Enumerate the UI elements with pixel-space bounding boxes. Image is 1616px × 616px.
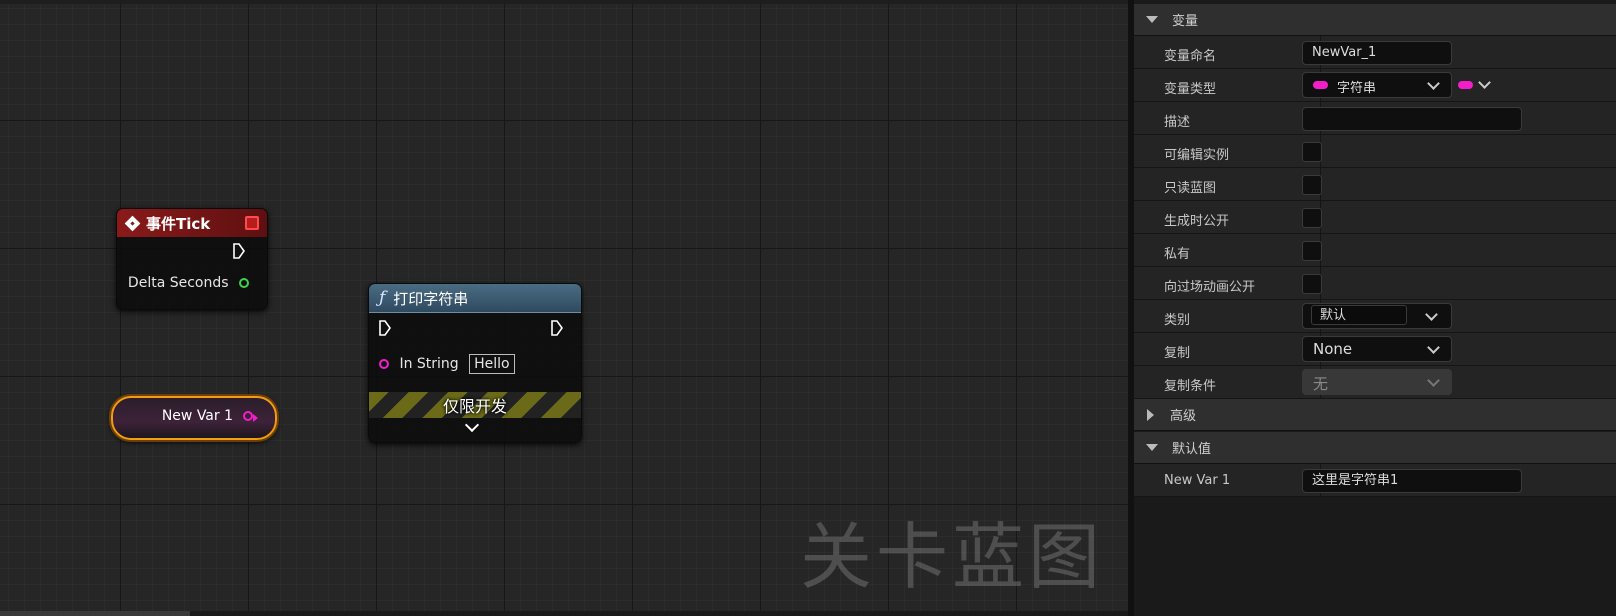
category-combo[interactable]: 默认 [1302, 303, 1452, 329]
expose-on-spawn-label: 生成时公开 [1164, 214, 1230, 229]
event-tick-header[interactable]: 事件Tick [117, 209, 267, 237]
default-var-label: New Var 1 [1164, 473, 1231, 488]
string-pin-icon[interactable] [243, 411, 253, 421]
container-type-dropdown[interactable] [1456, 72, 1496, 98]
expose-on-spawn-checkbox[interactable] [1302, 208, 1322, 228]
default-value-input[interactable]: 这里是字符串1 [1302, 469, 1522, 493]
replication-condition-dropdown: 无 [1302, 369, 1452, 395]
readonly-blueprint-label: 只读蓝图 [1164, 181, 1217, 196]
expand-triangle-icon [1147, 408, 1154, 421]
expand-chevron-icon[interactable] [464, 417, 480, 433]
chevron-down-icon [1427, 374, 1440, 387]
replication-condition-label: 复制条件 [1164, 379, 1217, 394]
print-string-title: 打印字符串 [393, 289, 469, 308]
float-pin-icon[interactable] [239, 278, 249, 288]
category-input[interactable]: 默认 [1311, 305, 1407, 325]
event-stop-icon [245, 216, 259, 230]
row-private: 私有 [1134, 234, 1616, 267]
description-input[interactable] [1302, 107, 1522, 131]
row-description: 描述 [1134, 102, 1616, 135]
exec-input-pin-icon[interactable] [379, 320, 391, 336]
row-expose-on-spawn: 生成时公开 [1134, 201, 1616, 234]
variable-type-label: 变量类型 [1164, 82, 1217, 97]
variable-name-label: 变量命名 [1164, 49, 1217, 64]
pin-arrow-icon [253, 414, 258, 422]
chevron-down-icon [1425, 308, 1438, 321]
row-category: 类别 默认 [1134, 300, 1616, 333]
variable-section-header[interactable]: 变量 [1134, 4, 1616, 36]
collapse-triangle-icon [1146, 16, 1158, 23]
string-pin-icon[interactable] [379, 359, 389, 369]
row-instance-editable: 可编辑实例 [1134, 135, 1616, 168]
variable-section-title: 变量 [1172, 14, 1199, 29]
row-expose-cinematics: 向过场动画公开 [1134, 267, 1616, 300]
in-string-pin[interactable]: In String Hello [379, 354, 515, 374]
development-only-label: 仅限开发 [442, 397, 507, 416]
replication-label: 复制 [1164, 346, 1191, 361]
chevron-down-icon [1427, 341, 1440, 354]
variable-node-label: New Var 1 [161, 408, 233, 424]
variable-get-node[interactable]: New Var 1 [111, 396, 277, 440]
variable-name-input[interactable]: NewVar_1 [1302, 41, 1452, 65]
chevron-down-icon [1478, 76, 1491, 89]
private-label: 私有 [1164, 247, 1191, 262]
blueprint-graph-canvas[interactable]: 关卡蓝图 事件Tick Delta Seconds ƒ 打印字符串 In Str… [0, 0, 1128, 616]
in-string-label: In String [399, 356, 459, 372]
event-tick-title: 事件Tick [146, 214, 211, 233]
readonly-blueprint-checkbox[interactable] [1302, 175, 1322, 195]
collapse-triangle-icon [1146, 444, 1158, 451]
category-label: 类别 [1164, 313, 1191, 328]
replication-dropdown[interactable]: None [1302, 336, 1452, 362]
graph-top-edge [0, 0, 1128, 4]
print-string-node[interactable]: ƒ 打印字符串 In String Hello 仅限开发 [368, 283, 582, 443]
single-container-icon [1458, 81, 1473, 89]
row-replication-condition: 复制条件 无 [1134, 366, 1616, 399]
advanced-section-header[interactable]: 高级 [1134, 399, 1616, 431]
graph-horizontal-scrollbar[interactable] [0, 611, 190, 616]
private-checkbox[interactable] [1302, 241, 1322, 261]
row-replication: 复制 None [1134, 333, 1616, 366]
default-value-section-title: 默认值 [1172, 442, 1212, 457]
graph-watermark: 关卡蓝图 [800, 515, 1105, 599]
advanced-section-title: 高级 [1170, 409, 1197, 424]
default-value-section-header[interactable]: 默认值 [1134, 432, 1616, 464]
delta-seconds-pin[interactable]: Delta Seconds [128, 275, 249, 291]
replication-value: None [1313, 340, 1353, 358]
row-default-new-var-1: New Var 1 这里是字符串1 [1134, 464, 1616, 497]
event-tick-node[interactable]: 事件Tick Delta Seconds [116, 208, 268, 310]
variable-type-value: 字符串 [1337, 81, 1377, 96]
expose-cinematics-checkbox[interactable] [1302, 274, 1322, 294]
print-string-header[interactable]: ƒ 打印字符串 [369, 284, 581, 313]
string-type-icon [1313, 81, 1328, 89]
description-label: 描述 [1164, 115, 1191, 130]
row-readonly-blueprint: 只读蓝图 [1134, 168, 1616, 201]
instance-editable-label: 可编辑实例 [1164, 148, 1230, 163]
delta-seconds-label: Delta Seconds [127, 275, 229, 291]
instance-editable-checkbox[interactable] [1302, 142, 1322, 162]
chevron-down-icon [1427, 77, 1440, 90]
in-string-value-field[interactable]: Hello [469, 354, 515, 374]
expose-cinematics-label: 向过场动画公开 [1164, 280, 1256, 295]
development-only-banner: 仅限开发 [369, 392, 581, 418]
replication-condition-value: 无 [1313, 375, 1329, 393]
function-icon: ƒ [379, 288, 386, 308]
exec-output-pin-icon[interactable] [551, 320, 563, 336]
row-variable-type: 变量类型 字符串 [1134, 69, 1616, 102]
event-diamond-icon [124, 215, 141, 231]
variable-type-dropdown[interactable]: 字符串 [1302, 72, 1452, 98]
details-panel: 变量 变量命名 NewVar_1 变量类型 字符串 描述 可编辑实例 只读蓝图 [1128, 0, 1616, 616]
row-variable-name: 变量命名 NewVar_1 [1134, 36, 1616, 69]
exec-output-pin-icon[interactable] [233, 243, 245, 259]
